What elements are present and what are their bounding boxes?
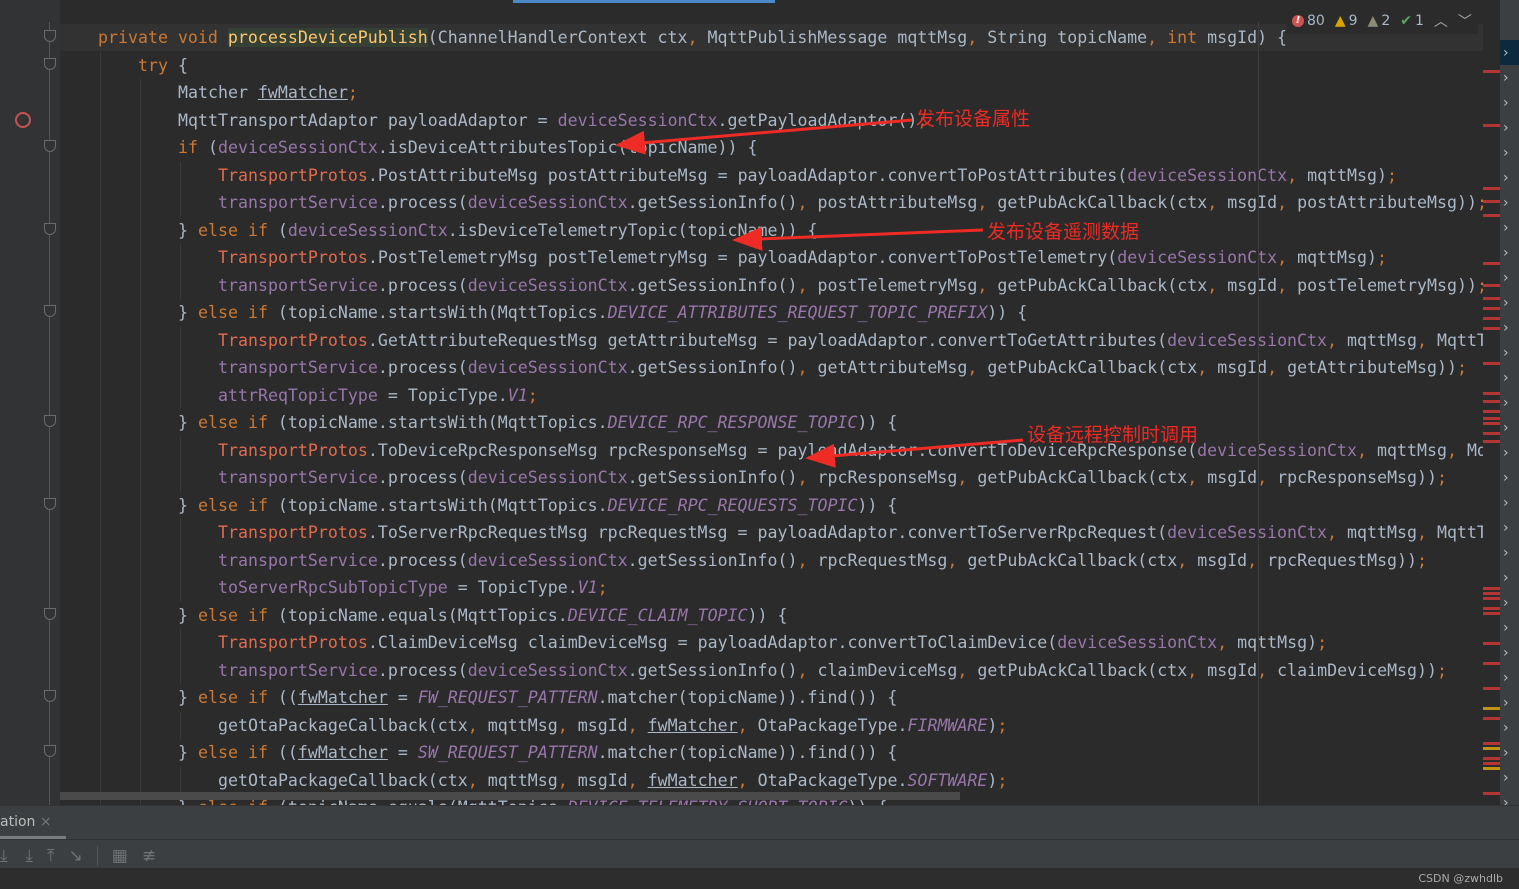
annotation-rpc-call: 设备远程控制时调用 bbox=[1027, 424, 1199, 446]
arrow-attributes bbox=[615, 118, 913, 155]
annotation-publish-attributes: 发布设备属性 bbox=[916, 108, 1031, 130]
arrow-rpc bbox=[805, 438, 1024, 468]
annotation-publish-telemetry: 发布设备遥测数据 bbox=[987, 221, 1140, 243]
annotation-arrows bbox=[615, 118, 1024, 468]
arrow-telemetry bbox=[732, 226, 984, 251]
